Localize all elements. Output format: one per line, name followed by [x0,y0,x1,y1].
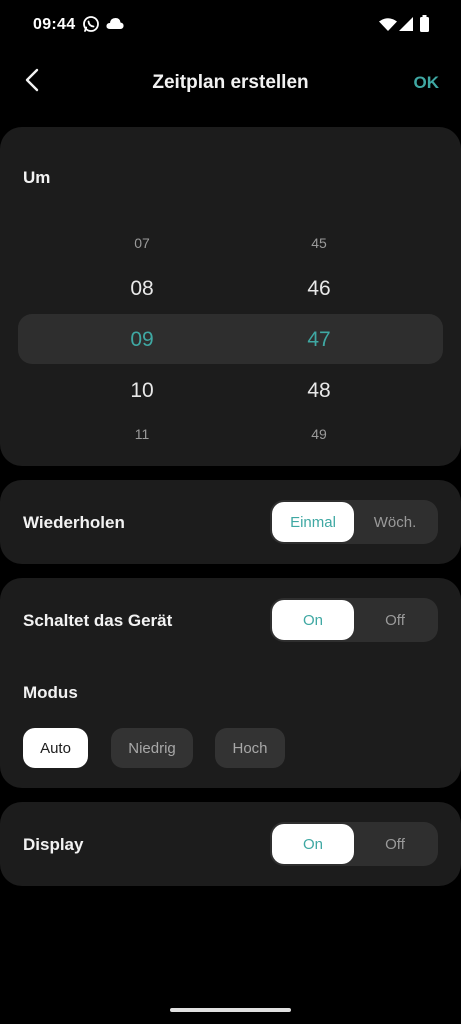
minute-option[interactable]: 45 [279,235,359,251]
mode-chip-high[interactable]: Hoch [215,728,285,768]
repeat-label: Wiederholen [23,513,125,532]
whatsapp-icon [82,15,100,38]
repeat-card: Wiederholen Einmal Wöch. [0,480,461,564]
device-switch-segmented-control: On Off [270,598,438,642]
display-segmented-control: On Off [270,822,438,866]
minute-option-selected[interactable]: 47 [279,328,359,352]
picker-selection-highlight [18,314,443,364]
time-picker-card: Um 07 08 09 10 11 45 46 47 48 49 [0,127,461,466]
mode-chip-low[interactable]: Niedrig [111,728,193,768]
status-time: 09:44 [33,16,76,33]
hour-option[interactable]: 07 [102,235,182,251]
ok-button[interactable]: OK [414,73,440,93]
signal-icon [399,17,413,36]
mode-chip-auto[interactable]: Auto [23,728,88,768]
hour-option-selected[interactable]: 09 [102,328,182,352]
header: Zeitplan erstellen OK [0,56,461,108]
repeat-option-once[interactable]: Einmal [272,502,354,542]
display-card: Display On Off [0,802,461,886]
hour-option[interactable]: 10 [102,379,182,403]
minute-option[interactable]: 49 [279,426,359,442]
time-label: Um [23,168,51,187]
wifi-icon [379,17,397,36]
device-switch-card: Schaltet das Gerät On Off Modus Auto Nie… [0,578,461,788]
cloud-icon [106,17,124,35]
display-off[interactable]: Off [354,824,436,864]
minute-option[interactable]: 48 [279,379,359,403]
battery-icon [420,15,429,37]
device-switch-off[interactable]: Off [354,600,436,640]
device-switch-label: Schaltet das Gerät [23,611,173,630]
home-indicator[interactable] [170,1008,291,1012]
repeat-option-weekly[interactable]: Wöch. [354,502,436,542]
mode-label: Modus [23,683,78,702]
display-label: Display [23,835,84,854]
display-on[interactable]: On [272,824,354,864]
minute-option[interactable]: 46 [279,277,359,301]
schedule-screen: 09:44 Zeitplan erstellen OK Um 07 08 09 … [0,0,461,1024]
device-switch-on[interactable]: On [272,600,354,640]
status-bar: 09:44 [0,0,461,50]
hour-option[interactable]: 08 [102,277,182,301]
page-title: Zeitplan erstellen [152,72,309,93]
repeat-segmented-control: Einmal Wöch. [270,500,438,544]
hour-option[interactable]: 11 [102,426,182,442]
